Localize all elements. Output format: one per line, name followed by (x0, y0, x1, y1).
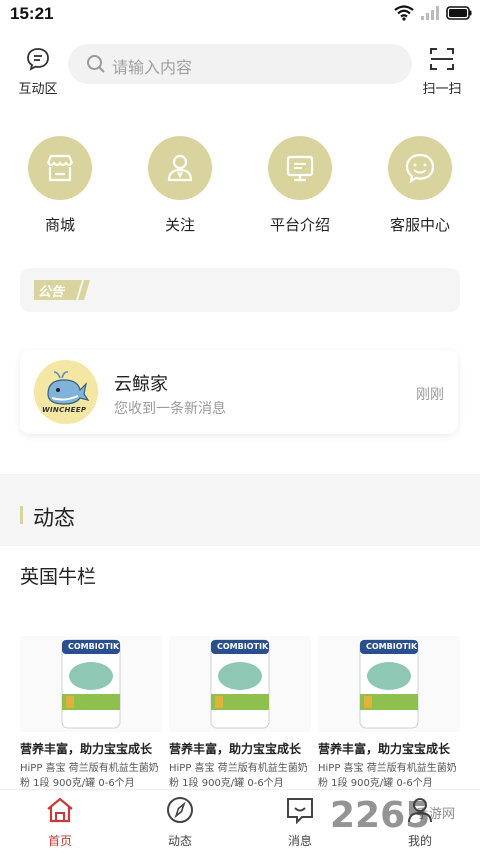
quick-action-circle (28, 136, 92, 200)
quick-action-service-center[interactable]: 客服中心 (360, 136, 480, 235)
whale-logo-icon (34, 360, 98, 424)
announcement-bar[interactable]: 公告 (20, 268, 460, 312)
tab-label: 首页 (47, 834, 72, 848)
quick-action-circle (388, 136, 452, 200)
section-header: 动态 (0, 474, 480, 546)
scan-label: 扫一扫 (422, 82, 462, 97)
monitor-icon (286, 155, 314, 182)
product-title: 营养丰富，助力宝宝成长 (318, 742, 451, 756)
product-image: COMBIOTIK (169, 636, 311, 732)
quick-action-platform-intro[interactable]: 平台介绍 (240, 136, 360, 235)
chat-bubble-icon (27, 48, 49, 71)
status-time: 15:21 (10, 4, 54, 23)
top-header: 互动区 请输入内容 扫一扫 (0, 40, 480, 97)
search-placeholder: 请输入内容 (112, 58, 193, 77)
product-desc: HiPP 喜宝 荷兰版有机益生菌奶粉 1段 900克/罐 0-6个月 (20, 763, 159, 789)
scan-button[interactable]: 扫一扫 (418, 46, 466, 97)
product-card[interactable]: COMBIOTIK 营养丰富，助力宝宝成长 HiPP 喜宝 荷兰版有机益生菌奶粉… (318, 636, 460, 790)
section-subheading: 英国牛栏 (20, 566, 97, 588)
product-card[interactable]: COMBIOTIK 营养丰富，助力宝宝成长 HiPP 喜宝 荷兰版有机益生菌奶粉… (169, 636, 311, 790)
battery-icon (446, 6, 472, 20)
compass-icon (167, 797, 193, 823)
product-list: COMBIOTIK 营养丰富，助力宝宝成长 HiPP 喜宝 荷兰版有机益生菌奶粉… (20, 636, 460, 790)
quick-action-circle (148, 136, 212, 200)
product-title: 营养丰富，助力宝宝成长 (169, 742, 302, 756)
message-icon (287, 798, 313, 825)
tab-label: 动态 (167, 834, 192, 848)
product-title: 营养丰富，助力宝宝成长 (20, 742, 153, 756)
product-desc: HiPP 喜宝 荷兰版有机益生菌奶粉 1段 900克/罐 0-6个月 (318, 763, 457, 789)
quick-action-label: 平台介绍 (269, 216, 330, 234)
watermark-text: 手游网 (416, 807, 456, 822)
product-brand: COMBIOTIK (68, 642, 120, 651)
message-card[interactable]: WINCHEEP 云鲸家 您收到一条新消息 刚刚 (20, 350, 458, 434)
tab-home[interactable]: 首页 (20, 796, 100, 849)
person-icon (167, 154, 193, 182)
signal-icon (421, 6, 439, 20)
scan-icon (430, 48, 454, 70)
smile-chat-icon (405, 153, 435, 184)
tab-messages[interactable]: 消息 (260, 796, 340, 849)
message-preview: 您收到一条新消息 (114, 401, 226, 417)
search-input[interactable]: 请输入内容 (68, 44, 412, 84)
interaction-zone-label: 互动区 (18, 82, 58, 97)
quick-action-label: 关注 (164, 216, 195, 234)
status-bar: 15:21 (0, 0, 480, 30)
announcement-tag-text: 公告 (38, 285, 65, 300)
message-time: 刚刚 (416, 387, 444, 403)
home-icon (47, 797, 73, 823)
product-brand: COMBIOTIK (217, 642, 269, 651)
avatar: WINCHEEP (34, 360, 98, 424)
quick-actions: 商城 关注 平台介绍 客服中心 (0, 136, 480, 236)
quick-action-circle (268, 136, 332, 200)
section-title: 动态 (33, 506, 75, 530)
product-card[interactable]: COMBIOTIK 营养丰富，助力宝宝成长 HiPP 喜宝 荷兰版有机益生菌奶粉… (20, 636, 162, 790)
avatar-brand-text: WINCHEEP (42, 406, 87, 414)
wifi-icon (394, 5, 414, 21)
status-icons (394, 5, 472, 21)
section-accent-bar (20, 506, 23, 524)
quick-action-label: 客服中心 (389, 216, 450, 234)
tab-label: 消息 (287, 834, 312, 848)
product-image: COMBIOTIK (318, 636, 460, 732)
quick-action-follow[interactable]: 关注 (120, 136, 240, 235)
interaction-zone-button[interactable]: 互动区 (14, 46, 62, 97)
tab-feed[interactable]: 动态 (140, 796, 220, 849)
message-sender: 云鲸家 (114, 374, 168, 395)
product-image: COMBIOTIK (20, 636, 162, 732)
product-desc: HiPP 喜宝 荷兰版有机益生菌奶粉 1段 900克/罐 0-6个月 (169, 763, 308, 789)
product-brand: COMBIOTIK (366, 642, 418, 651)
search-icon (87, 55, 105, 73)
quick-action-label: 商城 (44, 216, 75, 234)
store-icon (46, 154, 74, 182)
quick-action-mall[interactable]: 商城 (0, 136, 120, 235)
